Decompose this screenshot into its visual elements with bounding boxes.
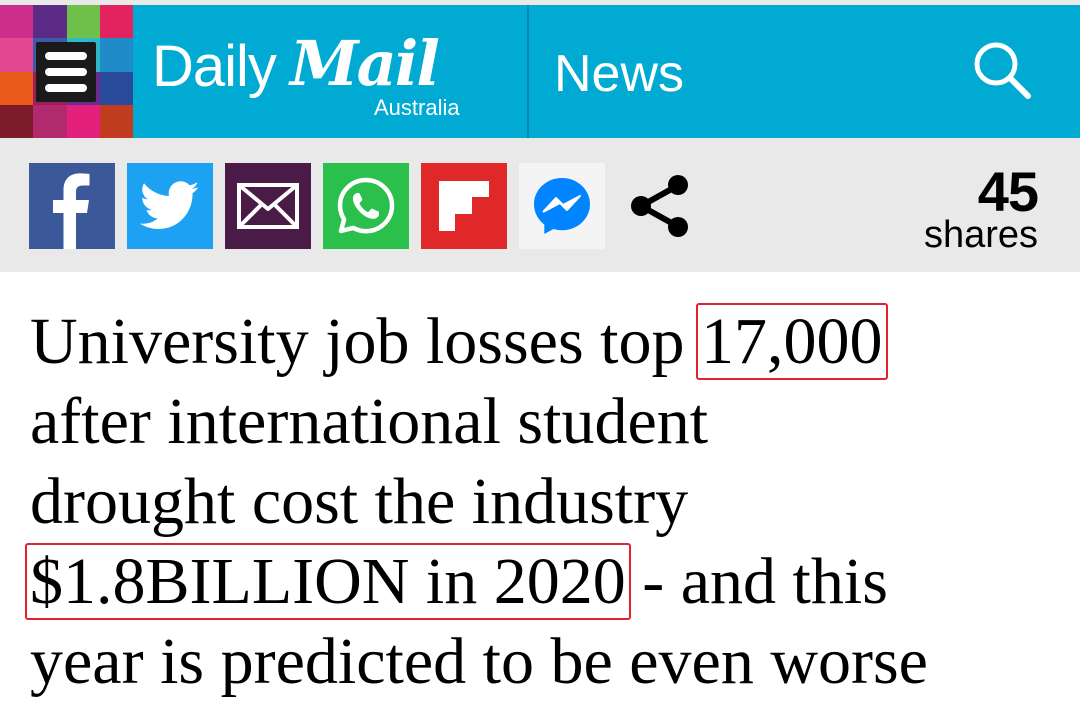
- section-title[interactable]: News: [554, 44, 684, 104]
- highlighted-cost-figure: $1.8BILLION in 2020: [25, 543, 631, 620]
- headline-line-2: after international student: [30, 385, 709, 458]
- headline-line-5: year is predicted to be even worse: [30, 625, 928, 698]
- share-icon: [625, 171, 695, 241]
- headline-line-4: $1.8BILLION in 2020 - and this: [25, 542, 1060, 622]
- header-top-border: [0, 0, 1080, 5]
- headline-line-1: University job losses top 17,000: [30, 302, 1060, 382]
- whatsapp-share-button[interactable]: [323, 163, 409, 249]
- facebook-icon: [29, 163, 115, 249]
- whatsapp-icon: [334, 174, 398, 238]
- site-header: Daily Mail Australia News: [0, 0, 1080, 138]
- share-count-number: 45: [977, 160, 1039, 223]
- share-count-label: shares: [923, 214, 1038, 256]
- email-icon: [237, 183, 299, 229]
- site-logo[interactable]: Daily Mail Australia: [152, 28, 482, 124]
- share-bar: 45 shares: [0, 138, 1080, 272]
- headline-text: University job losses top: [30, 305, 701, 378]
- messenger-share-button[interactable]: [519, 163, 605, 249]
- article-headline: University job losses top 17,000 after i…: [25, 302, 1060, 702]
- logo-region-text: Australia: [374, 95, 460, 120]
- twitter-icon: [140, 181, 200, 231]
- headline-line-3: drought cost the industry: [30, 465, 689, 538]
- facebook-share-button[interactable]: [29, 163, 115, 249]
- header-divider: [527, 5, 529, 138]
- hamburger-menu-icon[interactable]: [36, 42, 96, 102]
- search-icon[interactable]: [970, 38, 1034, 102]
- headline-text: - and this: [625, 545, 888, 618]
- messenger-icon: [529, 173, 595, 239]
- flipboard-icon: [439, 181, 489, 231]
- highlighted-job-losses: 17,000: [696, 303, 888, 380]
- logo-primary-text: Daily: [152, 34, 277, 99]
- logo-secondary-text: Mail: [290, 27, 440, 100]
- email-share-button[interactable]: [225, 163, 311, 249]
- share-count: 45 shares: [923, 160, 1039, 256]
- twitter-share-button[interactable]: [127, 163, 213, 249]
- more-share-button[interactable]: [617, 163, 703, 249]
- flipboard-share-button[interactable]: [421, 163, 507, 249]
